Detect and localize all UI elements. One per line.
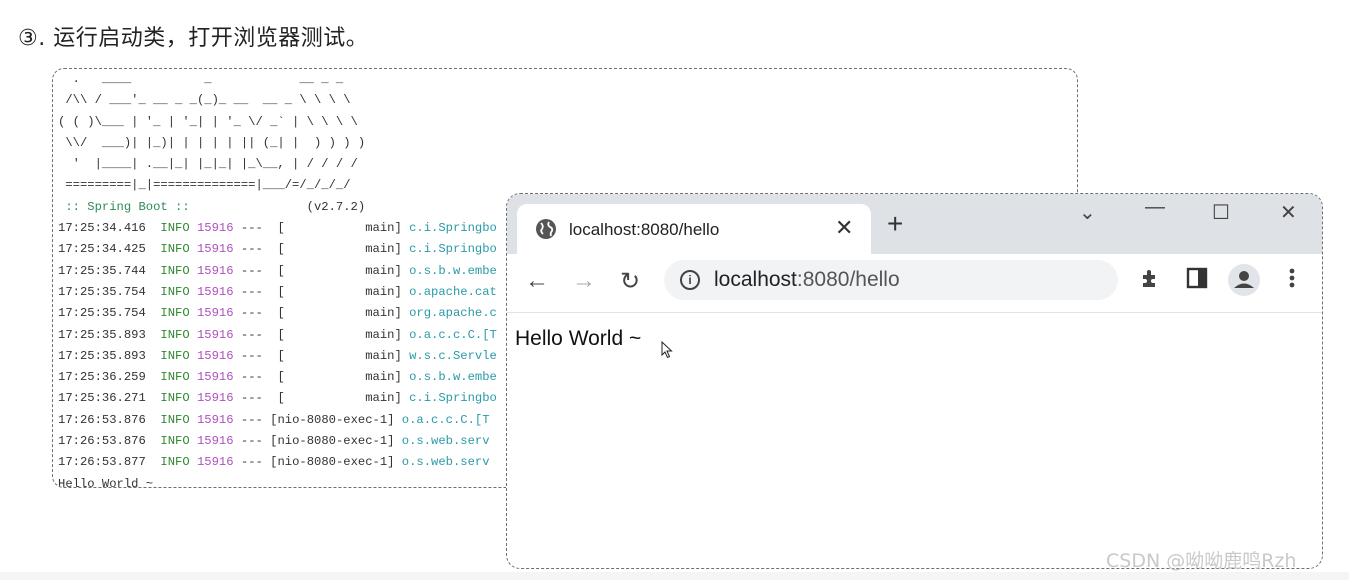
banner-line: /\\ / ___'_ __ _ _(_)_ __ __ _ \ \ \ \: [65, 93, 351, 108]
spring-boot-version: (v2.7.2): [306, 199, 366, 214]
log-time: 17:25:35.893: [58, 327, 161, 342]
log-logger: o.s.web.serv: [401, 434, 490, 449]
banner-line: . ____ _ __ _ _: [72, 72, 344, 86]
tab-search-dropdown-icon[interactable]: ⌄: [1079, 200, 1096, 225]
log-level: INFO: [160, 412, 197, 427]
log-pid: 15916: [196, 434, 241, 449]
log-level: INFO: [160, 263, 197, 278]
log-logger: org.apache.c: [409, 306, 497, 321]
log-level: INFO: [160, 306, 197, 321]
banner-line: ' |____| .__|_| |_|_| |_\__, | / / / /: [72, 157, 358, 172]
log-pid: 15916: [196, 391, 241, 406]
log-logger: o.s.web.serv: [401, 455, 490, 470]
maximize-button[interactable]: ☐: [1212, 200, 1230, 225]
log-thread: --- [nio-8080-exec-1]: [240, 434, 402, 449]
log-pid: 15916: [196, 327, 241, 342]
browser-window: localhost:8080/hello ✕ + ⌄ — ☐ ✕ ← → ↻ i…: [506, 193, 1323, 569]
side-panel-icon[interactable]: [1185, 266, 1209, 290]
url-text[interactable]: localhost:8080/hello: [714, 268, 900, 292]
log-time: 17:26:53.876: [58, 434, 161, 449]
extensions-puzzle-icon[interactable]: [1139, 266, 1163, 290]
log-logger: o.apache.cat: [409, 284, 497, 299]
log-pid: 15916: [196, 263, 241, 278]
log-logger: c.i.Springbo: [409, 391, 497, 406]
log-pid: 15916: [196, 242, 241, 257]
log-time: 17:25:35.744: [58, 263, 161, 278]
log-pid: 15916: [196, 455, 241, 470]
log-thread: --- [nio-8080-exec-1]: [240, 455, 402, 470]
log-time: 17:25:35.754: [58, 284, 161, 299]
log-time: 17:25:35.893: [58, 348, 161, 363]
console-text: . ____ _ __ _ _ /\\ / ___'_ __ _ _(_)_ _…: [58, 69, 497, 488]
log-thread: --- [ main]: [240, 242, 410, 257]
tab-close-icon[interactable]: ✕: [835, 215, 853, 241]
banner-line: =========|_|==============|___/=/_/_/_/: [65, 178, 351, 193]
log-thread: --- [ main]: [240, 263, 410, 278]
log-thread: --- [ main]: [240, 306, 410, 321]
log-time: 17:25:36.259: [58, 370, 161, 385]
banner-line: \\/ ___)| |_)| | | | | || (_| | ) ) ) ): [65, 135, 366, 150]
log-time: 17:26:53.877: [58, 455, 161, 470]
log-time: 17:25:35.754: [58, 306, 161, 321]
log-thread: --- [ main]: [240, 370, 410, 385]
back-button[interactable]: ←: [525, 267, 549, 295]
tab-title: localhost:8080/hello: [569, 220, 720, 239]
more-menu-icon[interactable]: [1287, 266, 1297, 290]
new-tab-button[interactable]: +: [887, 210, 903, 238]
log-pid: 15916: [196, 348, 241, 363]
banner-line: ( ( )\___ | '_ | '_| | '_ \/ _` | \ \ \ …: [58, 114, 358, 129]
log-level: INFO: [160, 284, 197, 299]
window-close-button[interactable]: ✕: [1280, 200, 1297, 225]
mouse-pointer-icon: [661, 341, 673, 359]
log-thread: --- [ main]: [240, 327, 410, 342]
log-thread: --- [ main]: [240, 348, 410, 363]
site-info-icon[interactable]: i: [680, 270, 700, 290]
log-time: 17:25:36.271: [58, 391, 161, 406]
log-pid: 15916: [196, 412, 241, 427]
browser-toolbar: ← → ↻ i localhost:8080/hello: [507, 254, 1322, 313]
log-level: INFO: [160, 221, 197, 236]
url-host: localhost: [714, 268, 797, 291]
log-level: INFO: [160, 348, 197, 363]
url-port-path: :8080/hello: [796, 268, 900, 291]
log-pid: 15916: [196, 306, 241, 321]
log-time: 17:25:34.416: [58, 221, 161, 236]
tab-localhost-hello[interactable]: localhost:8080/hello ✕: [517, 204, 871, 254]
log-logger: o.a.c.c.C.[T: [409, 327, 497, 342]
log-time: 17:26:53.876: [58, 412, 161, 427]
log-logger: o.a.c.c.C.[T: [401, 412, 490, 427]
csdn-watermark: CSDN @呦呦鹿鸣Rzh: [1106, 550, 1297, 572]
globe-icon: [536, 219, 556, 239]
console-final-line: Hello World ~: [58, 476, 154, 488]
log-logger: o.s.b.w.embe: [409, 263, 497, 278]
log-logger: c.i.Springbo: [409, 221, 497, 236]
log-thread: --- [ main]: [240, 391, 410, 406]
log-time: 17:25:34.425: [58, 242, 161, 257]
log-level: INFO: [160, 434, 197, 449]
log-level: INFO: [160, 455, 197, 470]
bottom-strip: [0, 572, 1349, 580]
log-pid: 15916: [196, 221, 241, 236]
minimize-button[interactable]: —: [1145, 196, 1165, 219]
spring-boot-label: :: Spring Boot ::: [58, 199, 190, 214]
profile-avatar-icon[interactable]: [1228, 264, 1260, 296]
address-bar[interactable]: i localhost:8080/hello: [664, 260, 1118, 300]
instruction-heading: ③. 运行启动类，打开浏览器测试。: [18, 26, 369, 51]
log-level: INFO: [160, 391, 197, 406]
log-thread: --- [ main]: [240, 284, 410, 299]
log-logger: c.i.Springbo: [409, 242, 497, 257]
reload-button[interactable]: ↻: [620, 267, 640, 296]
log-logger: w.s.c.Servle: [409, 348, 497, 363]
log-level: INFO: [160, 242, 197, 257]
forward-button[interactable]: →: [572, 267, 596, 295]
log-level: INFO: [160, 327, 197, 342]
log-level: INFO: [160, 370, 197, 385]
tab-strip: localhost:8080/hello ✕ + ⌄ — ☐ ✕: [507, 194, 1322, 254]
log-thread: --- [ main]: [240, 221, 410, 236]
log-pid: 15916: [196, 370, 241, 385]
log-logger: o.s.b.w.embe: [409, 370, 497, 385]
page-body-text: Hello World ~: [515, 327, 642, 350]
log-pid: 15916: [196, 284, 241, 299]
log-thread: --- [nio-8080-exec-1]: [240, 412, 402, 427]
